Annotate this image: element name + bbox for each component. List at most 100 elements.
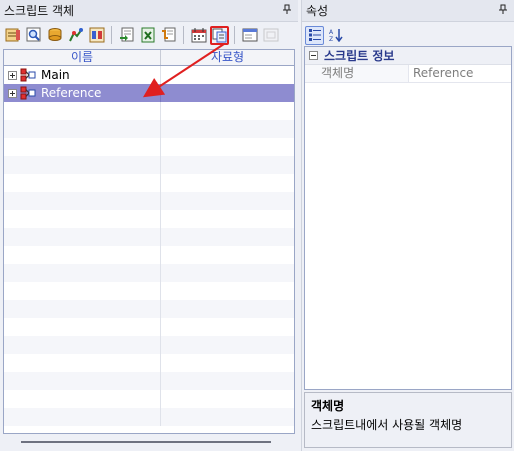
empty-cell xyxy=(4,210,161,228)
expand-icon[interactable] xyxy=(8,70,17,80)
empty-row[interactable] xyxy=(4,246,294,264)
column-header-type[interactable]: 자료형 xyxy=(161,50,294,65)
name-cell[interactable]: Main xyxy=(4,66,161,84)
empty-row[interactable] xyxy=(4,102,294,120)
empty-row[interactable] xyxy=(4,282,294,300)
empty-row[interactable] xyxy=(4,138,294,156)
empty-cell xyxy=(161,228,294,246)
grid-header: 이름 자료형 xyxy=(4,50,294,66)
empty-row[interactable] xyxy=(4,156,294,174)
property-value[interactable]: Reference xyxy=(409,65,511,82)
export-excel-icon[interactable] xyxy=(138,26,157,45)
property-category[interactable]: 스크립트 정보 xyxy=(305,47,511,65)
script-object-icon xyxy=(20,68,36,82)
toolbar-separator xyxy=(234,26,235,44)
empty-cell xyxy=(161,102,294,120)
empty-cell xyxy=(161,282,294,300)
insert-icon[interactable] xyxy=(159,26,178,45)
empty-row[interactable] xyxy=(4,372,294,390)
empty-cell xyxy=(161,264,294,282)
empty-row[interactable] xyxy=(4,336,294,354)
category-label: 스크립트 정보 xyxy=(324,49,395,63)
categorized-view-icon[interactable] xyxy=(305,25,324,45)
empty-cell xyxy=(161,120,294,138)
horizontal-scrollbar[interactable] xyxy=(3,436,295,448)
empty-row[interactable] xyxy=(4,264,294,282)
empty-cell xyxy=(161,246,294,264)
scrollbar-thumb[interactable] xyxy=(21,441,271,443)
empty-cell xyxy=(4,354,161,372)
stack-icon[interactable] xyxy=(45,26,64,45)
svg-text:Z: Z xyxy=(329,36,333,42)
pin-icon[interactable] xyxy=(280,4,294,18)
script-objects-header: 스크립트 객체 xyxy=(0,0,298,22)
empty-cell xyxy=(161,390,294,408)
compile-icon[interactable] xyxy=(66,26,85,45)
empty-cell xyxy=(161,354,294,372)
empty-row[interactable] xyxy=(4,408,294,426)
empty-cell xyxy=(161,318,294,336)
empty-cell xyxy=(161,336,294,354)
empty-cell xyxy=(4,156,161,174)
grid-body: Main Reference xyxy=(4,66,294,426)
calendar-icon[interactable] xyxy=(189,26,208,45)
alphabetical-sort-icon[interactable]: AZ xyxy=(326,26,345,45)
toolbar-separator xyxy=(183,26,184,44)
script-object-icon xyxy=(20,86,36,100)
empty-row[interactable] xyxy=(4,192,294,210)
search-icon[interactable] xyxy=(24,26,43,45)
collapse-icon[interactable] xyxy=(309,51,318,60)
empty-cell xyxy=(4,282,161,300)
pin-icon[interactable] xyxy=(496,4,510,18)
svg-text:A: A xyxy=(329,29,334,36)
empty-cell xyxy=(4,336,161,354)
toolbar-separator xyxy=(111,26,112,44)
empty-cell xyxy=(4,300,161,318)
empty-row[interactable] xyxy=(4,174,294,192)
script-edit-icon[interactable] xyxy=(3,26,22,45)
empty-row[interactable] xyxy=(4,354,294,372)
copy-object-icon[interactable] xyxy=(210,25,229,45)
node-label[interactable]: Reference xyxy=(39,86,103,100)
empty-row[interactable] xyxy=(4,300,294,318)
empty-row[interactable] xyxy=(4,210,294,228)
empty-row[interactable] xyxy=(4,390,294,408)
tree-row[interactable]: Reference xyxy=(4,84,294,102)
expand-icon[interactable] xyxy=(8,88,17,98)
node-label[interactable]: Main xyxy=(39,68,72,82)
properties-panel: 속성 AZ 스크립트 정보 객체명 Reference 객체명 스크립트내에서 … xyxy=(301,0,514,451)
script-object-grid: 이름 자료형 Main Reference xyxy=(3,49,295,434)
empty-row[interactable] xyxy=(4,228,294,246)
empty-cell xyxy=(4,372,161,390)
name-cell[interactable]: Reference xyxy=(4,84,161,102)
empty-cell xyxy=(4,264,161,282)
script-objects-panel: 스크립트 객체 이름 자료형 Main Reference xyxy=(0,0,298,451)
property-description: 객체명 스크립트내에서 사용될 객체명 xyxy=(304,392,512,448)
panel-title: 속성 xyxy=(306,4,329,18)
properties-toolbar: AZ xyxy=(302,22,514,48)
empty-cell xyxy=(161,156,294,174)
empty-cell xyxy=(4,228,161,246)
type-cell[interactable] xyxy=(161,66,294,84)
empty-row[interactable] xyxy=(4,120,294,138)
column-header-name[interactable]: 이름 xyxy=(4,50,161,65)
window-icon[interactable] xyxy=(240,26,259,45)
empty-row[interactable] xyxy=(4,318,294,336)
empty-cell xyxy=(4,408,161,426)
description-title: 객체명 xyxy=(311,399,345,413)
empty-cell xyxy=(161,210,294,228)
type-cell[interactable] xyxy=(161,84,294,102)
import-icon[interactable] xyxy=(117,26,136,45)
empty-cell xyxy=(4,390,161,408)
property-row[interactable]: 객체명 Reference xyxy=(305,65,511,83)
tree-row[interactable]: Main xyxy=(4,66,294,84)
empty-cell xyxy=(161,138,294,156)
run-icon[interactable] xyxy=(87,26,106,45)
empty-cell xyxy=(4,318,161,336)
empty-cell xyxy=(161,408,294,426)
disabled-icon[interactable] xyxy=(261,26,280,45)
empty-cell xyxy=(4,120,161,138)
empty-cell xyxy=(4,192,161,210)
empty-cell xyxy=(161,300,294,318)
empty-cell xyxy=(4,246,161,264)
